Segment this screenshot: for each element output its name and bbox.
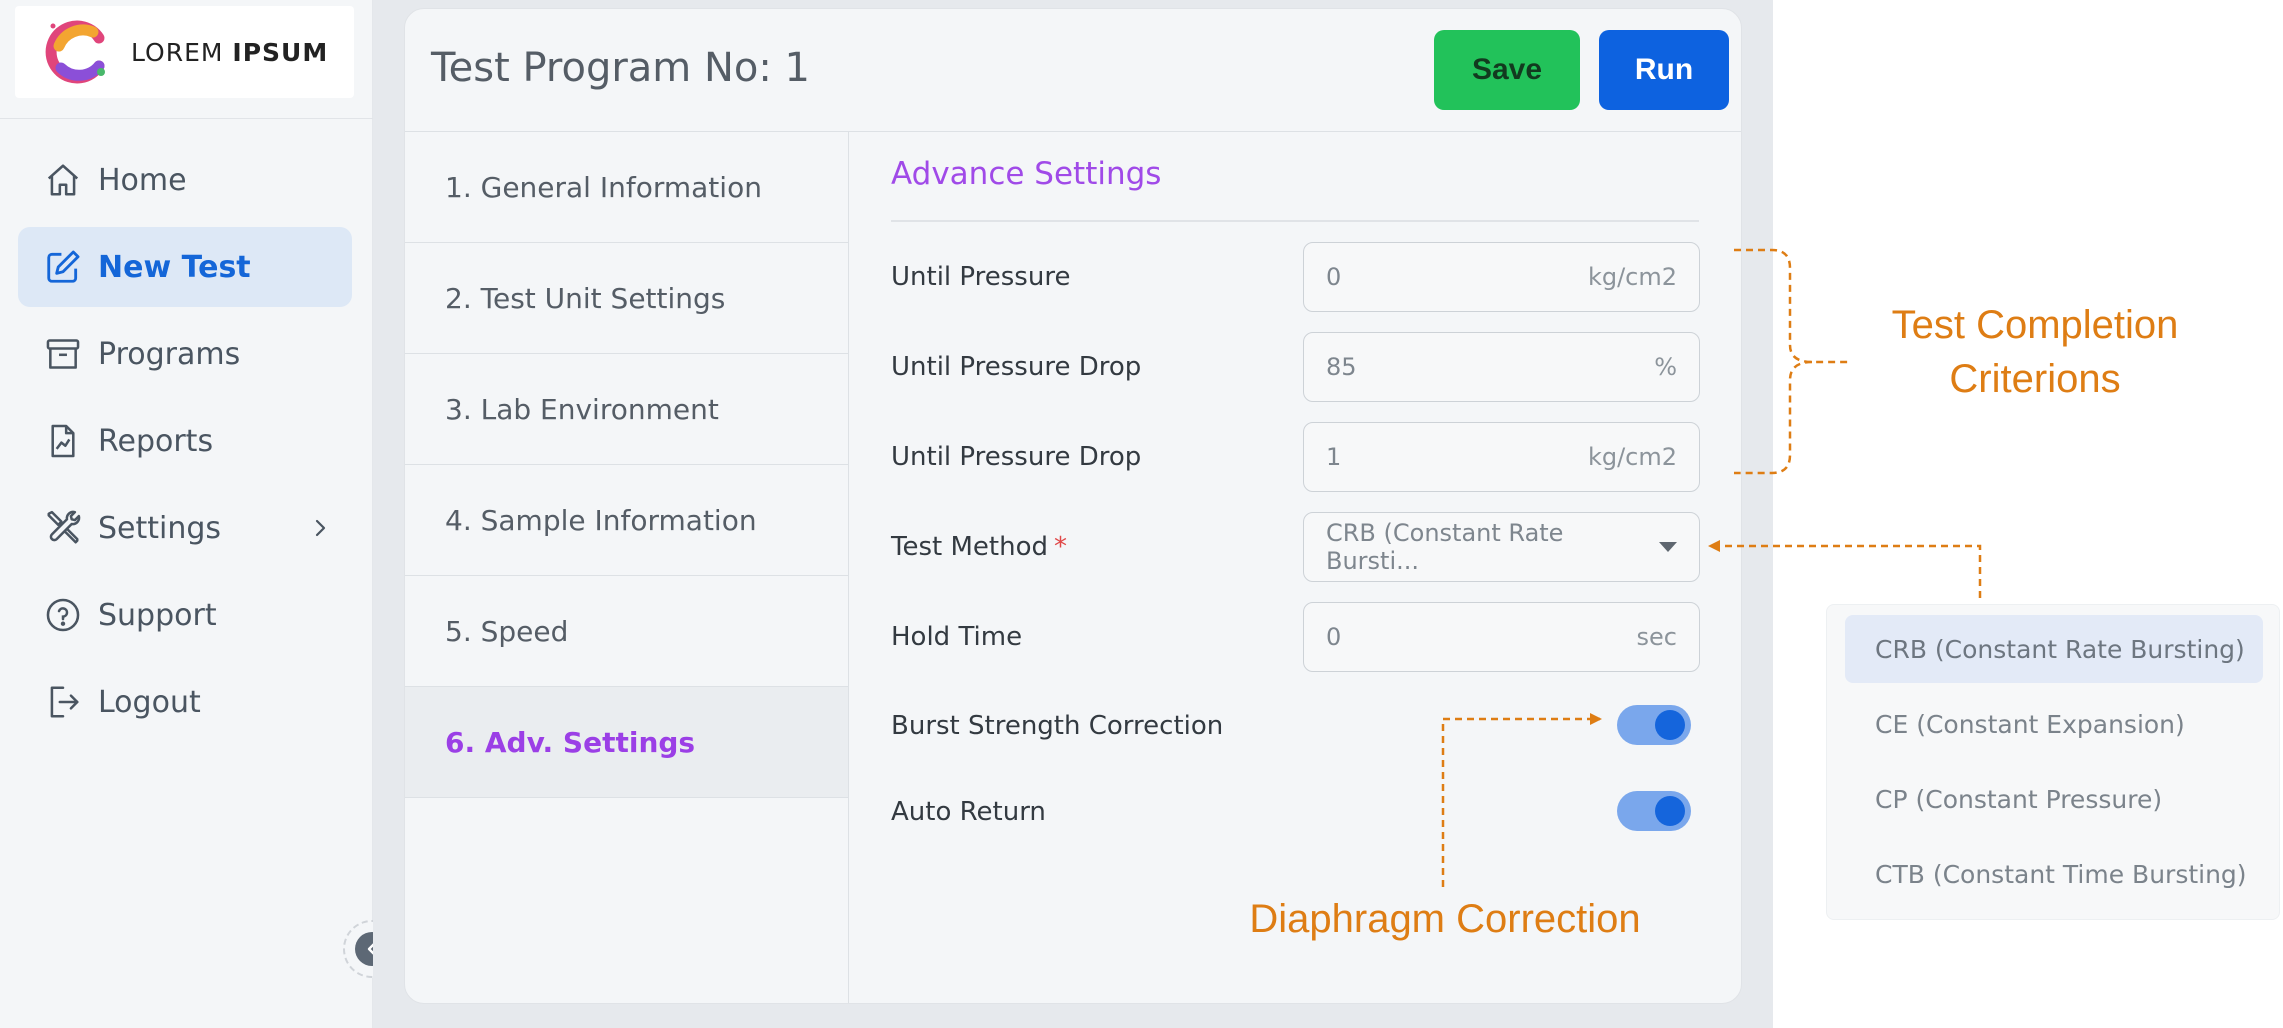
sidebar: LOREM IPSUM Home New Test Programs Repor… — [0, 0, 373, 1028]
page-title: Test Program No: 1 — [431, 45, 811, 91]
sidebar-nav: Home New Test Programs Reports Settings … — [18, 140, 352, 749]
sidebar-item-label: Settings — [98, 510, 222, 546]
test-method-selected-value: CRB (Constant Rate Bursti... — [1326, 519, 1564, 575]
until-pressure-unit: kg/cm2 — [1587, 263, 1677, 291]
until-pressure-drop-abs-row: Until Pressure Drop 1 kg/cm2 — [891, 422, 1701, 492]
test-completion-annotation-line1: Test Completion — [1891, 303, 2179, 347]
until-pressure-drop-pct-row: Until Pressure Drop 85 % — [891, 332, 1701, 402]
test-method-options: CRB (Constant Rate Bursting) CE (Constan… — [1826, 604, 2280, 920]
dropdown-option-ce[interactable]: CE (Constant Expansion) — [1845, 690, 2263, 758]
burst-strength-correction-row: Burst Strength Correction — [891, 691, 1701, 761]
sidebar-item-label: Reports — [98, 423, 214, 459]
until-pressure-drop-abs-label: Until Pressure Drop — [891, 442, 1142, 472]
sidebar-item-reports[interactable]: Reports — [18, 401, 352, 481]
until-pressure-input[interactable]: 0 kg/cm2 — [1303, 242, 1700, 312]
sidebar-item-new-test[interactable]: New Test — [18, 227, 352, 307]
report-icon — [51, 424, 75, 458]
sidebar-item-label: Home — [98, 162, 187, 198]
until-pressure-value: 0 — [1326, 263, 1342, 291]
step-test-unit-settings[interactable]: 2. Test Unit Settings — [405, 243, 848, 354]
sidebar-item-programs[interactable]: Programs — [18, 314, 352, 394]
test-method-row: Test Method * CRB (Constant Rate Bursti..… — [891, 512, 1701, 582]
run-button[interactable]: Run — [1599, 30, 1729, 110]
until-pressure-drop-abs-input[interactable]: 1 kg/cm2 — [1303, 422, 1700, 492]
hold-time-label: Hold Time — [891, 622, 1023, 652]
burst-strength-correction-toggle[interactable] — [1617, 705, 1691, 745]
auto-return-label: Auto Return — [891, 797, 1046, 827]
archive-icon — [46, 339, 80, 369]
chevron-right-icon — [315, 519, 326, 537]
step-adv-settings[interactable]: 6. Adv. Settings — [405, 687, 848, 798]
logo-mark-icon — [45, 20, 105, 84]
logout-icon — [50, 686, 79, 718]
home-icon — [47, 164, 79, 196]
sidebar-item-home[interactable]: Home — [18, 140, 352, 220]
logo-text-light: LOREM — [131, 37, 224, 67]
auto-return-toggle[interactable] — [1617, 791, 1691, 831]
hold-time-input[interactable]: 0 sec — [1303, 602, 1700, 672]
sidebar-item-settings[interactable]: Settings — [18, 488, 352, 568]
until-pressure-drop-abs-unit: kg/cm2 — [1587, 443, 1677, 471]
step-sample-information[interactable]: 4. Sample Information — [405, 465, 848, 576]
test-completion-annotation: Test Completion Criterions — [1840, 298, 2230, 406]
hold-time-row: Hold Time 0 sec — [891, 602, 1701, 672]
step-speed[interactable]: 5. Speed — [405, 576, 848, 687]
save-button[interactable]: Save — [1434, 30, 1580, 110]
section-divider — [891, 220, 1699, 222]
dropdown-option-cp[interactable]: CP (Constant Pressure) — [1845, 765, 2263, 833]
test-method-label-text: Test Method — [891, 532, 1048, 562]
test-method-label: Test Method * — [891, 532, 1067, 562]
sidebar-item-support[interactable]: Support — [18, 575, 352, 655]
steps-nav: 1. General Information 2. Test Unit Sett… — [405, 132, 849, 1003]
until-pressure-drop-abs-value: 1 — [1326, 443, 1342, 471]
required-mark: * — [1053, 532, 1067, 562]
toggle-knob — [1655, 710, 1685, 740]
tools-icon — [47, 510, 81, 544]
help-icon — [46, 598, 80, 632]
diaphragm-correction-annotation: Diaphragm Correction — [1249, 897, 1641, 941]
logo-text-bold: IPSUM — [232, 37, 329, 67]
test-program-card: Test Program No: 1 Save Run 1. General I… — [404, 8, 1742, 1004]
sidebar-item-logout[interactable]: Logout — [18, 662, 352, 742]
hold-time-unit: sec — [1636, 623, 1677, 651]
sidebar-item-label: Programs — [98, 336, 241, 372]
dropdown-option-crb[interactable]: CRB (Constant Rate Bursting) — [1845, 615, 2263, 683]
until-pressure-drop-pct-input[interactable]: 85 % — [1303, 332, 1700, 402]
sidebar-item-label: Logout — [98, 684, 201, 720]
until-pressure-label: Until Pressure — [891, 262, 1071, 292]
test-method-select[interactable]: CRB (Constant Rate Bursti... — [1303, 512, 1700, 582]
step-lab-environment[interactable]: 3. Lab Environment — [405, 354, 848, 465]
logo-text: LOREM IPSUM — [131, 38, 328, 67]
hold-time-value: 0 — [1326, 623, 1342, 651]
step-general-information[interactable]: 1. General Information — [405, 132, 848, 243]
dropdown-option-ctb[interactable]: CTB (Constant Time Bursting) — [1845, 840, 2263, 908]
toggle-knob — [1655, 796, 1685, 826]
burst-strength-correction-label: Burst Strength Correction — [891, 711, 1224, 741]
until-pressure-drop-pct-unit: % — [1654, 353, 1677, 381]
caret-down-icon — [1659, 542, 1677, 552]
until-pressure-row: Until Pressure 0 kg/cm2 — [891, 242, 1701, 312]
test-completion-annotation-line2: Criterions — [1949, 357, 2121, 401]
auto-return-row: Auto Return — [891, 777, 1701, 847]
edit-icon — [47, 250, 80, 283]
sidebar-divider — [0, 118, 373, 119]
logo[interactable]: LOREM IPSUM — [15, 6, 354, 98]
until-pressure-drop-pct-value: 85 — [1326, 353, 1357, 381]
until-pressure-drop-pct-label: Until Pressure Drop — [891, 352, 1142, 382]
sidebar-item-label: Support — [98, 597, 217, 633]
section-title: Advance Settings — [891, 156, 1162, 192]
sidebar-item-label: New Test — [98, 249, 251, 285]
card-header: Test Program No: 1 Save Run — [405, 9, 1741, 132]
